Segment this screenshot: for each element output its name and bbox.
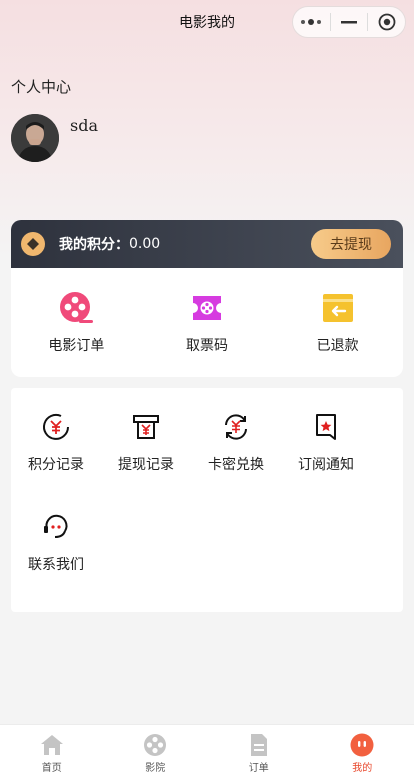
avatar[interactable] — [11, 114, 59, 162]
subscribe-notice-label: 订阅通知 — [298, 457, 354, 473]
yuan-coin-icon — [43, 413, 69, 440]
services-card: 积分记录 提现记录 卡密兑换 订阅通知 联系我们 — [11, 388, 403, 612]
ticket-code-label: 取票码 — [186, 337, 228, 354]
home-icon — [40, 735, 63, 755]
profile-icon — [350, 733, 374, 757]
withdraw-record-item[interactable]: 提现记录 — [101, 412, 191, 512]
points-value: 0.00 — [129, 236, 161, 252]
movie-orders-label: 电影订单 — [48, 337, 105, 354]
withdraw-atm-icon — [133, 415, 159, 439]
points-record-item[interactable]: 积分记录 — [11, 412, 101, 512]
withdraw-record-label: 提现记录 — [118, 457, 174, 473]
bookmark-icon — [316, 414, 336, 440]
customer-service-icon — [44, 514, 68, 538]
username: sda — [70, 116, 98, 135]
film-reel-icon — [60, 291, 94, 323]
subscribe-notice-item[interactable]: 订阅通知 — [281, 412, 371, 512]
tab-orders-label: 订单 — [248, 763, 269, 774]
tab-bar: 首页 影院 订单 我的 — [0, 724, 414, 780]
refunded-label: 已退款 — [316, 337, 359, 354]
ticket-code-item[interactable]: 取票码 — [142, 291, 273, 355]
page-title: 电影我的 — [179, 15, 235, 31]
order-shortcuts: 电影订单 取票码 已退款 — [11, 268, 403, 377]
tab-cinema-label: 影院 — [145, 763, 166, 774]
points-bar: 我的积分： 0.00 去提现 — [11, 220, 403, 268]
points-label: 我的积分： — [59, 237, 129, 253]
tab-mine-label: 我的 — [352, 763, 373, 774]
tab-home[interactable]: 首页 — [0, 725, 104, 780]
minimize-button[interactable] — [331, 7, 368, 37]
close-mini-program-button[interactable] — [368, 7, 405, 37]
avatar-photo — [11, 114, 59, 162]
withdraw-button[interactable]: 去提现 — [311, 229, 391, 259]
exchange-icon — [225, 414, 247, 440]
wallet-card: 我的积分： 0.00 去提现 电影订单 取票码 已退款 — [11, 220, 403, 377]
tab-cinema[interactable]: 影院 — [104, 725, 208, 780]
services-grid: 积分记录 提现记录 卡密兑换 订阅通知 联系我们 — [11, 388, 403, 612]
target-circle-icon — [378, 13, 396, 31]
refunded-item[interactable]: 已退款 — [272, 291, 403, 355]
personal-center-label: 个人中心 — [11, 78, 72, 96]
ticket-icon — [193, 295, 221, 320]
navigation-bar: 电影我的 — [0, 0, 414, 44]
tab-orders[interactable]: 订单 — [207, 725, 311, 780]
points-record-label: 积分记录 — [28, 457, 84, 473]
tab-home-label: 首页 — [41, 763, 62, 774]
movie-orders-item[interactable]: 电影订单 — [11, 291, 142, 355]
contact-us-item[interactable]: 联系我们 — [11, 512, 101, 612]
refund-wallet-icon — [322, 293, 353, 322]
card-exchange-item[interactable]: 卡密兑换 — [191, 412, 281, 512]
document-icon — [250, 734, 267, 756]
minus-icon — [341, 21, 357, 24]
cinema-icon — [144, 734, 167, 756]
tab-mine[interactable]: 我的 — [311, 725, 414, 780]
mini-program-capsule — [292, 6, 406, 38]
points-coin-icon — [21, 232, 45, 256]
contact-us-label: 联系我们 — [28, 557, 84, 573]
more-options-button[interactable] — [293, 7, 330, 37]
card-exchange-label: 卡密兑换 — [208, 457, 264, 473]
more-dots-icon — [301, 19, 322, 25]
